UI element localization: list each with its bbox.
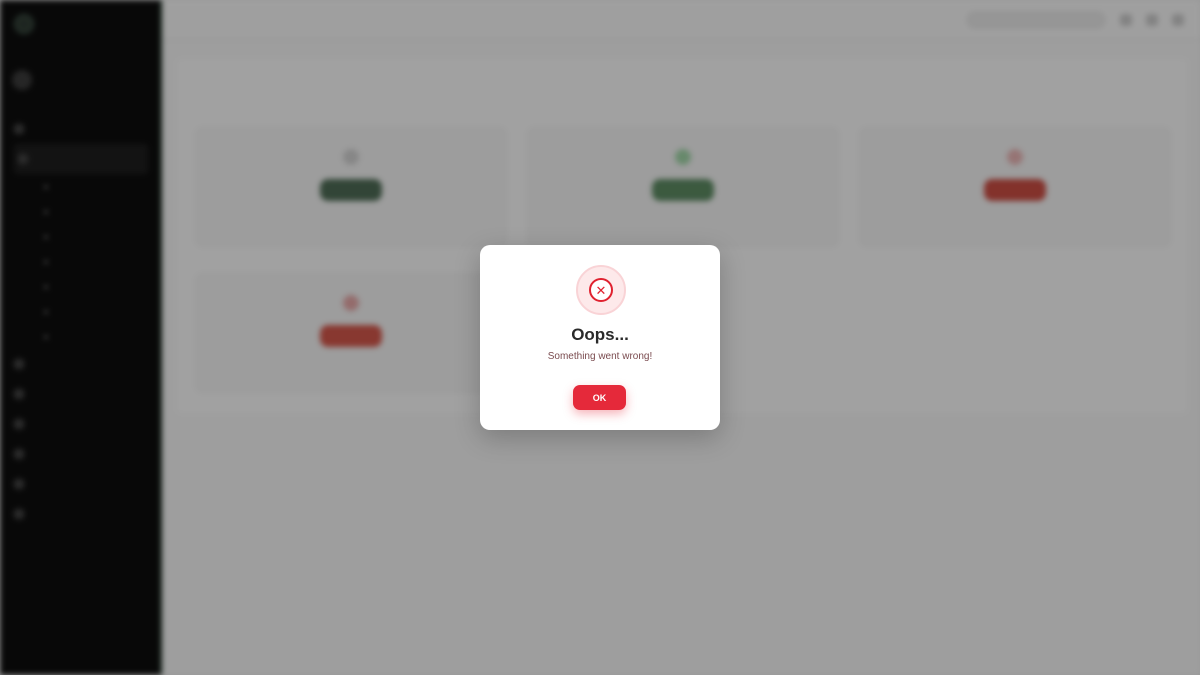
dialog-message: Something went wrong! xyxy=(547,351,653,362)
ok-button[interactable]: OK xyxy=(573,385,626,410)
dialog-title: Oops... xyxy=(571,325,629,344)
error-icon-ring: ✕ xyxy=(576,265,626,315)
x-circle-icon: ✕ xyxy=(589,278,613,302)
error-dialog: ✕ Oops... Something went wrong! OK xyxy=(480,245,720,430)
